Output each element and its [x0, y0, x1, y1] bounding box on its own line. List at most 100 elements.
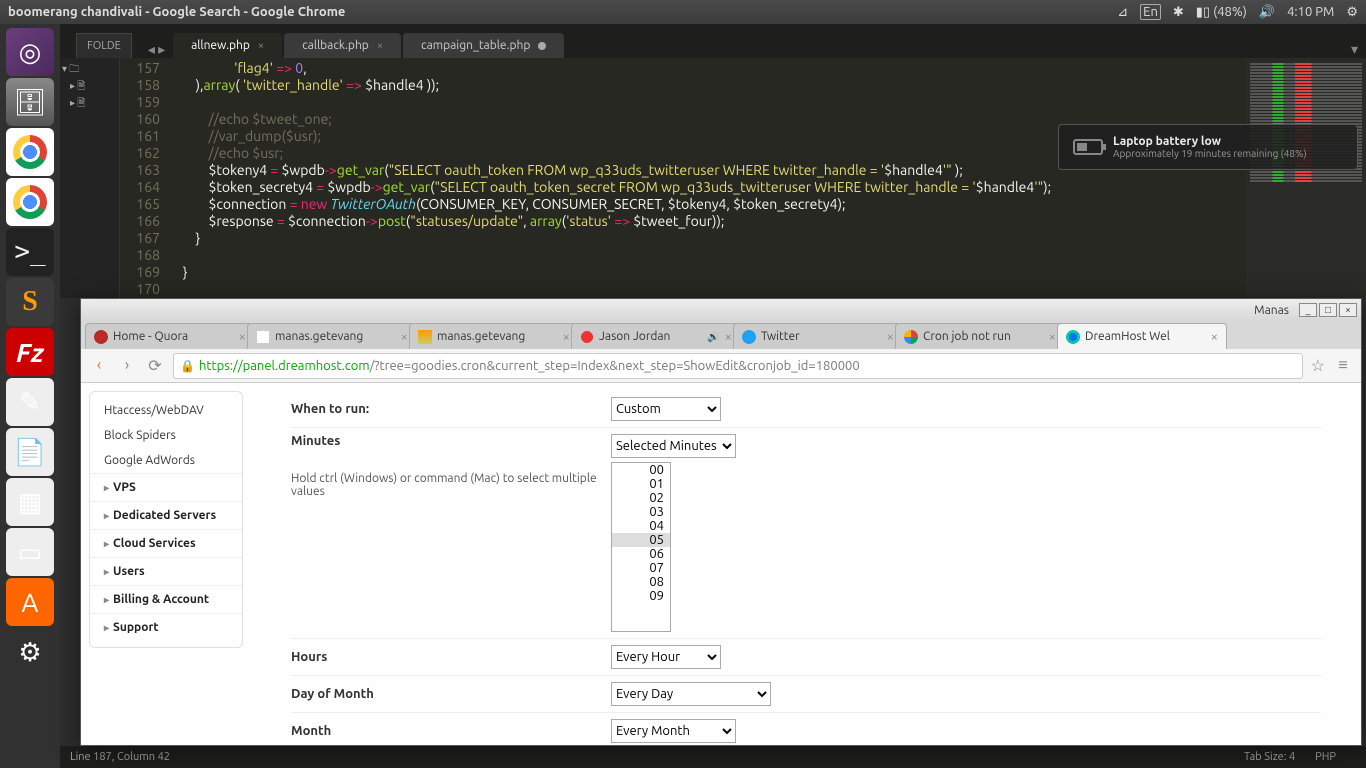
launcher-sublime[interactable]: S	[6, 278, 54, 326]
launcher-settings[interactable]: ⚙	[6, 628, 54, 676]
chrome-tab[interactable]: Twitter ×	[733, 323, 903, 349]
line-gutter: 1571581591601611621631641651661671681691…	[120, 60, 170, 298]
chrome-tabstrip: Home - Quora×manas.getevang×manas.geteva…	[81, 321, 1361, 349]
sidebar-section[interactable]: Users	[90, 557, 242, 585]
clock[interactable]: 4:10 PM	[1287, 5, 1334, 19]
chrome-tab[interactable]: Jason Jordan🔊×	[571, 323, 741, 349]
minute-option[interactable]: 00	[612, 463, 670, 477]
editor-tab[interactable]: campaign_table.php	[403, 33, 564, 58]
chrome-tab[interactable]: Cron job not run×	[895, 323, 1065, 349]
launcher-files[interactable]: 🗄	[6, 78, 54, 126]
chrome-menu-button[interactable]: ≡	[1333, 356, 1353, 376]
launcher-writer[interactable]: 📄	[6, 428, 54, 476]
sidebar-section[interactable]: Billing & Account	[90, 585, 242, 613]
chrome-tab[interactable]: Home - Quora×	[85, 323, 255, 349]
tab-close-icon[interactable]: ×	[563, 330, 570, 344]
favicon-icon	[418, 330, 432, 344]
sidebar-section[interactable]: VPS	[90, 473, 242, 501]
launcher-chrome[interactable]	[6, 128, 54, 176]
launcher-chrome-alt[interactable]	[6, 178, 54, 226]
tab-close-icon[interactable]: ×	[258, 40, 264, 52]
battery-indicator[interactable]: ▮▯ (48%)	[1196, 5, 1247, 20]
month-select[interactable]: Every Month	[611, 719, 736, 743]
hours-label: Hours	[291, 650, 611, 664]
launcher-terminal[interactable]: >_	[6, 228, 54, 276]
tab-close-icon[interactable]: ×	[239, 330, 246, 344]
editor-statusbar: Line 187, Column 42 Tab Size: 4 PHP	[60, 746, 1366, 768]
tab-nav-arrows[interactable]: ◂ ▸	[140, 41, 173, 58]
folder-tree[interactable]: ▾ 🗀 ▸ 🗎 ▸ 🗎	[60, 58, 120, 298]
minutes-mode-select[interactable]: Selected Minutes	[611, 434, 736, 458]
window-maximize-button[interactable]: □	[1319, 303, 1337, 317]
chrome-tab[interactable]: DreamHost Wel×	[1057, 323, 1227, 349]
minute-option[interactable]: 07	[612, 561, 670, 575]
minute-option[interactable]: 06	[612, 547, 670, 561]
status-language[interactable]: PHP	[1315, 751, 1336, 763]
minute-option[interactable]: 04	[612, 519, 670, 533]
hours-select[interactable]: Every Hour	[611, 645, 721, 669]
day-of-month-select[interactable]: Every Day	[611, 682, 771, 706]
keyboard-lang[interactable]: En	[1140, 4, 1161, 20]
chrome-titlebar[interactable]: Manas _ □ ×	[81, 299, 1361, 321]
bookmark-star-icon[interactable]: ☆	[1311, 356, 1325, 375]
forward-button[interactable]: ›	[117, 356, 137, 376]
chrome-tab[interactable]: manas.getevang×	[247, 323, 417, 349]
sidebar-item[interactable]: Google AdWords	[90, 448, 242, 473]
tab-close-icon[interactable]: ×	[1049, 330, 1056, 344]
editor-tab-label: campaign_table.php	[421, 39, 530, 52]
tab-close-icon[interactable]: ×	[401, 330, 408, 344]
minute-option[interactable]: 01	[612, 477, 670, 491]
sidebar-item[interactable]: Htaccess/WebDAV	[90, 398, 242, 423]
system-menubar: boomerang chandivali - Google Search - G…	[0, 0, 1366, 24]
editor-tab[interactable]: allnew.php ×	[173, 33, 282, 58]
launcher-calc[interactable]: ▦	[6, 478, 54, 526]
launcher-text-editor[interactable]: ✎	[6, 378, 54, 426]
editor-tabbar: FOLDE ◂ ▸ allnew.php×callback.php×campai…	[60, 24, 1366, 58]
tab-overflow-icon[interactable]: ▾	[1343, 41, 1366, 58]
window-minimize-button[interactable]: _	[1299, 303, 1317, 317]
sidebar-section[interactable]: Cloud Services	[90, 529, 242, 557]
reload-button[interactable]: ⟳	[145, 356, 165, 376]
bluetooth-icon[interactable]: ✱	[1173, 5, 1184, 20]
tab-close-icon[interactable]: ×	[377, 40, 383, 52]
folders-panel-label[interactable]: FOLDE	[76, 33, 132, 58]
tab-close-icon[interactable]: ×	[1211, 330, 1218, 344]
minimap[interactable]	[1246, 58, 1366, 298]
when-to-run-select[interactable]: Custom	[611, 397, 721, 421]
sidebar-item[interactable]: Block Spiders	[90, 423, 242, 448]
favicon-icon	[580, 330, 594, 344]
day-of-month-label: Day of Month	[291, 687, 611, 701]
editor-tab[interactable]: callback.php×	[284, 33, 401, 58]
tab-close-icon[interactable]: ×	[887, 330, 894, 344]
address-bar[interactable]: 🔒 https://panel.dreamhost.com/?tree=good…	[173, 353, 1303, 379]
gear-icon[interactable]: ⚙	[1346, 5, 1358, 20]
minute-option[interactable]: 09	[612, 589, 670, 603]
back-button[interactable]: ‹	[89, 356, 109, 376]
minutes-help-text: Hold ctrl (Windows) or command (Mac) to …	[291, 472, 611, 498]
launcher-impress[interactable]: ▭	[6, 528, 54, 576]
status-tabsize[interactable]: Tab Size: 4	[1244, 751, 1295, 763]
minute-option[interactable]: 05	[612, 533, 670, 547]
sidebar-section[interactable]: Dedicated Servers	[90, 501, 242, 529]
minute-option[interactable]: 08	[612, 575, 670, 589]
minute-option[interactable]: 03	[612, 505, 670, 519]
panel-sidebar: Htaccess/WebDAVBlock SpidersGoogle AdWor…	[81, 383, 251, 745]
notification-title: Laptop battery low	[1113, 135, 1307, 148]
wifi-icon[interactable]: ⊿	[1117, 5, 1128, 20]
launcher-dash[interactable]: ◎	[6, 28, 54, 76]
notification-subtitle: Approximately 19 minutes remaining (48%)	[1113, 148, 1307, 159]
code-content[interactable]: 'flag4' => 0, ),array( 'twitter_handle' …	[170, 60, 1246, 298]
tab-close-icon[interactable]: ×	[725, 330, 732, 344]
launcher-software-center[interactable]: A	[6, 578, 54, 626]
chrome-tab[interactable]: manas.getevang×	[409, 323, 579, 349]
chrome-tab-label: Twitter	[761, 330, 882, 343]
favicon-icon	[94, 330, 108, 344]
battery-notification[interactable]: Laptop battery low Approximately 19 minu…	[1058, 124, 1358, 170]
launcher-filezilla[interactable]: Fz	[6, 328, 54, 376]
minutes-listbox[interactable]: 00010203040506070809	[611, 462, 671, 632]
minute-option[interactable]: 02	[612, 491, 670, 505]
volume-icon[interactable]: 🔊	[1259, 5, 1275, 20]
sidebar-section[interactable]: Support	[90, 613, 242, 641]
window-close-button[interactable]: ×	[1339, 303, 1357, 317]
editor-tab-label: allnew.php	[191, 39, 250, 52]
